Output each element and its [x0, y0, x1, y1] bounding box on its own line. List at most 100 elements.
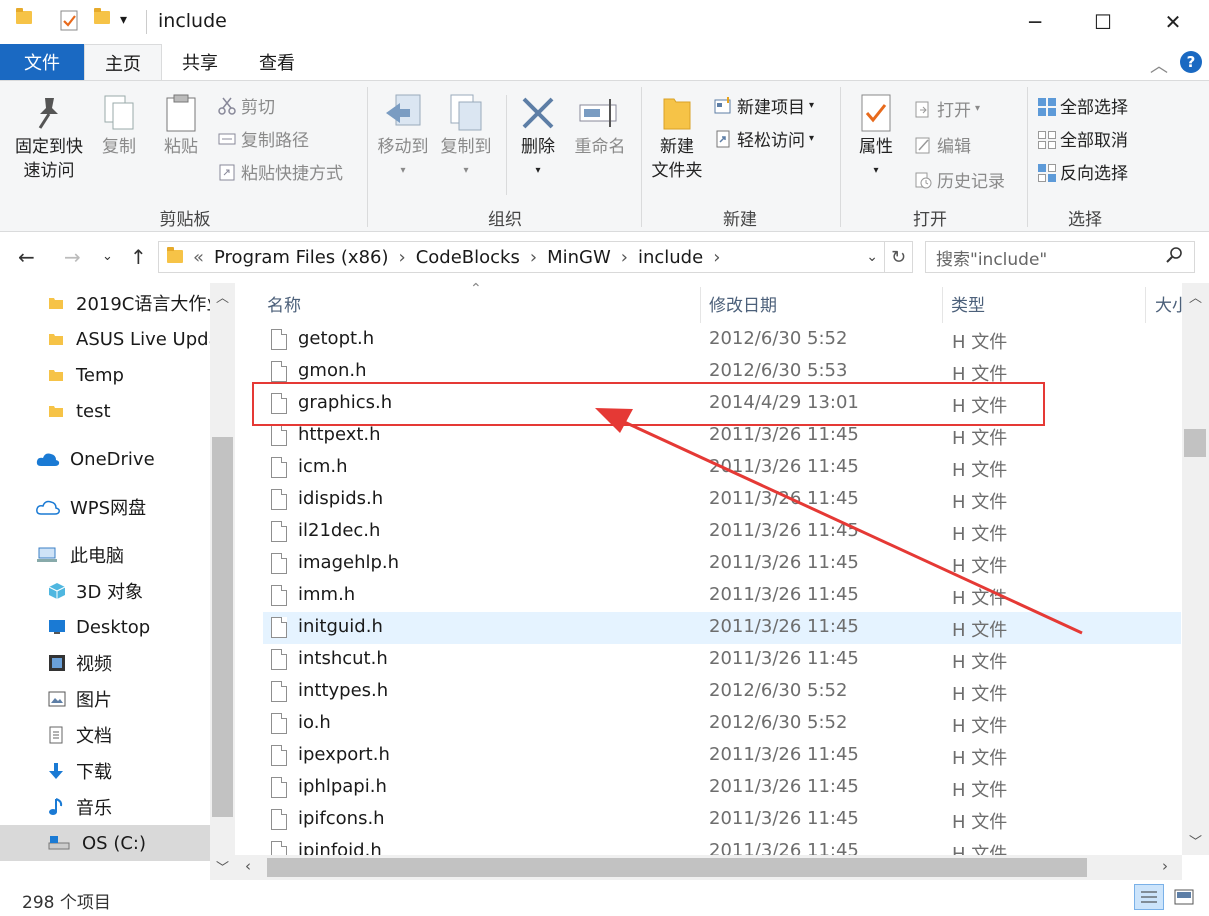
column-header-size[interactable]: 大小: [1155, 291, 1182, 316]
collapse-ribbon-icon[interactable]: ︿: [1150, 52, 1168, 78]
edit-button[interactable]: 编辑: [914, 132, 971, 157]
nav-item[interactable]: Temp: [0, 357, 210, 393]
new-item-button[interactable]: 新建项目 ▾: [714, 93, 814, 118]
nav-item[interactable]: test: [0, 393, 210, 429]
tab-share[interactable]: 共享: [162, 44, 238, 80]
column-divider[interactable]: [942, 287, 943, 323]
search-input[interactable]: 搜索"include": [925, 241, 1195, 273]
forward-arrow-icon[interactable]: →: [64, 245, 81, 269]
pin-quick-access-button[interactable]: 固定到快 速访问: [8, 91, 90, 183]
maximize-button[interactable]: ☐: [1068, 0, 1138, 44]
paste-button[interactable]: 粘贴: [154, 91, 208, 159]
invert-selection-button[interactable]: 反向选择: [1037, 159, 1128, 184]
copy-path-button[interactable]: 复制路径: [218, 126, 309, 151]
scroll-down-arrow-icon[interactable]: ﹀: [1189, 831, 1202, 850]
tab-view[interactable]: 查看: [238, 44, 316, 80]
properties-icon[interactable]: [60, 10, 80, 36]
nav-item[interactable]: 此电脑: [0, 537, 210, 573]
nav-item[interactable]: Desktop: [0, 609, 210, 645]
paste-shortcut-button[interactable]: 粘贴快捷方式: [218, 159, 343, 184]
move-to-button[interactable]: 移动到 ▾: [372, 91, 434, 183]
nav-pane-scrollbar[interactable]: ︿ ﹀: [210, 283, 235, 880]
column-header-type[interactable]: 类型: [951, 291, 985, 316]
column-divider[interactable]: [700, 287, 701, 323]
file-row[interactable]: imagehlp.h 2011/3/26 11:45 H 文件: [263, 548, 1181, 580]
overflow-chevron[interactable]: «: [193, 247, 204, 268]
nav-item[interactable]: 下载: [0, 753, 210, 789]
large-icons-view-icon[interactable]: [1172, 886, 1196, 908]
file-row[interactable]: iphlpapi.h 2011/3/26 11:45 H 文件: [263, 772, 1181, 804]
file-row[interactable]: idispids.h 2011/3/26 11:45 H 文件: [263, 484, 1181, 516]
breadcrumb-mingw[interactable]: MinGW: [547, 247, 611, 268]
column-header-name[interactable]: 名称: [267, 291, 301, 316]
open-button[interactable]: 打开 ▾: [914, 96, 980, 121]
file-row[interactable]: getopt.h 2012/6/30 5:52 H 文件: [263, 324, 1181, 356]
breadcrumb-separator[interactable]: ›: [530, 247, 537, 268]
nav-scroll-up-arrow-icon[interactable]: ︿: [216, 287, 229, 306]
file-row[interactable]: imm.h 2011/3/26 11:45 H 文件: [263, 580, 1181, 612]
new-folder-icon[interactable]: [94, 8, 110, 24]
nav-item[interactable]: 视频: [0, 645, 210, 681]
address-bar[interactable]: « Program Files (x86) › CodeBlocks › Min…: [158, 241, 913, 273]
details-view-icon[interactable]: [1134, 884, 1164, 910]
properties-button[interactable]: 属性 ▾: [846, 91, 906, 183]
history-button[interactable]: 历史记录: [914, 167, 1005, 192]
copy-to-button[interactable]: 复制到 ▾: [434, 91, 498, 183]
file-row[interactable]: il21dec.h 2011/3/26 11:45 H 文件: [263, 516, 1181, 548]
back-arrow-icon[interactable]: ←: [18, 245, 35, 269]
vertical-scroll-thumb[interactable]: [1184, 429, 1206, 457]
tab-file[interactable]: 文件: [0, 44, 84, 80]
recent-locations-chevron-icon[interactable]: ⌄: [102, 249, 113, 264]
cut-button[interactable]: 剪切: [218, 93, 275, 118]
breadcrumb-separator[interactable]: ›: [399, 247, 406, 268]
search-icon[interactable]: [1166, 246, 1184, 269]
nav-item[interactable]: ASUS Live Update: [0, 321, 210, 357]
scroll-left-arrow-icon[interactable]: ‹: [245, 857, 251, 875]
nav-item[interactable]: 3D 对象: [0, 573, 210, 609]
nav-item[interactable]: OS (C:): [0, 825, 210, 861]
rename-button[interactable]: 重命名: [568, 91, 632, 159]
breadcrumb-separator[interactable]: ›: [621, 247, 628, 268]
delete-button[interactable]: 删除 ▾: [512, 91, 564, 183]
file-row[interactable]: io.h 2012/6/30 5:52 H 文件: [263, 708, 1181, 740]
tab-home[interactable]: 主页: [84, 44, 162, 80]
file-row[interactable]: intshcut.h 2011/3/26 11:45 H 文件: [263, 644, 1181, 676]
help-icon[interactable]: ?: [1180, 51, 1202, 73]
breadcrumb-codeblocks[interactable]: CodeBlocks: [416, 247, 520, 268]
select-all-button[interactable]: 全部选择: [1037, 93, 1128, 118]
nav-item[interactable]: 2019C语言大作业: [0, 285, 210, 321]
column-divider[interactable]: [1145, 287, 1146, 323]
copy-button[interactable]: 复制: [94, 91, 144, 159]
breadcrumb-include[interactable]: include: [638, 247, 703, 268]
select-none-button[interactable]: 全部取消: [1037, 126, 1128, 151]
scroll-up-arrow-icon[interactable]: ︿: [1189, 287, 1202, 306]
nav-scroll-thumb[interactable]: [212, 437, 233, 817]
close-button[interactable]: ✕: [1138, 0, 1208, 44]
column-header-date[interactable]: 修改日期: [709, 291, 777, 316]
horizontal-scrollbar[interactable]: ‹ ›: [235, 855, 1182, 880]
new-folder-button[interactable]: 新建 文件夹: [646, 91, 708, 183]
nav-scroll-down-arrow-icon[interactable]: ﹀: [216, 857, 229, 876]
refresh-icon[interactable]: ↻: [884, 242, 912, 272]
nav-item[interactable]: 音乐: [0, 789, 210, 825]
scroll-right-arrow-icon[interactable]: ›: [1162, 857, 1168, 875]
file-row[interactable]: ipexport.h 2011/3/26 11:45 H 文件: [263, 740, 1181, 772]
horizontal-scroll-thumb[interactable]: [267, 858, 1087, 877]
file-row[interactable]: inttypes.h 2012/6/30 5:52 H 文件: [263, 676, 1181, 708]
nav-item[interactable]: OneDrive: [0, 441, 210, 477]
file-row[interactable]: ipifcons.h 2011/3/26 11:45 H 文件: [263, 804, 1181, 836]
nav-item[interactable]: WPS网盘: [0, 489, 210, 525]
nav-item[interactable]: 文档: [0, 717, 210, 753]
address-dropdown-chevron-icon[interactable]: ⌄: [866, 249, 878, 265]
up-arrow-icon[interactable]: ↑: [130, 245, 147, 269]
breadcrumb-program-files[interactable]: Program Files (x86): [214, 247, 389, 268]
file-row[interactable]: ipinfoid.h 2011/3/26 11:45 H 文件: [263, 836, 1181, 855]
file-row[interactable]: icm.h 2011/3/26 11:45 H 文件: [263, 452, 1181, 484]
quick-access-dropdown[interactable]: ▾: [120, 12, 127, 28]
vertical-scrollbar[interactable]: ︿ ﹀: [1182, 283, 1209, 855]
nav-item[interactable]: 图片: [0, 681, 210, 717]
easy-access-button[interactable]: 轻松访问 ▾: [714, 126, 814, 151]
minimize-button[interactable]: ─: [1000, 0, 1070, 44]
file-row[interactable]: initguid.h 2011/3/26 11:45 H 文件: [263, 612, 1181, 644]
breadcrumb-separator[interactable]: ›: [713, 247, 720, 268]
